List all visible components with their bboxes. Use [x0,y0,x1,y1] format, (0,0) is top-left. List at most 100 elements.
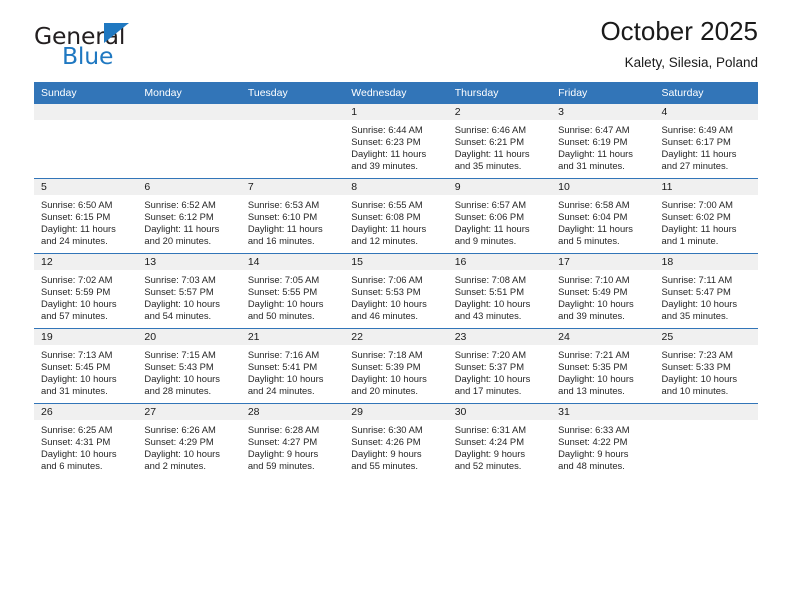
sunset-time: Sunset: 5:55 PM [247,286,318,298]
daylight-duration-line1: Daylight: 11 hours [558,148,633,160]
sunset-time: Sunset: 5:33 PM [661,361,731,373]
calendar-day-cell[interactable]: 17 Sunrise: 7:10 AM Sunset: 5:49 PM Dayligh… [551,253,655,329]
day-number: 1 [344,104,448,120]
calendar-week-row: 19 Sunrise: 7:13 AM Sunset: 5:45 PM Dayligh… [34,328,758,404]
calendar-page: General Blue October 2025 Kalety, Silesi… [0,0,792,612]
calendar-day-cell[interactable]: 25 Sunrise: 7:23 AM Sunset: 5:33 PM Dayligh… [654,328,758,404]
day-number: 11 [654,179,758,195]
calendar-day-cell[interactable]: 8 Sunrise: 6:55 AM Sunset: 6:08 PM Daylight… [344,178,448,254]
calendar-day-cell[interactable]: 29 Sunrise: 6:30 AM Sunset: 4:26 PM Dayligh… [344,403,448,478]
daylight-duration-line2: and 27 minutes. [661,160,729,172]
calendar-day-cell[interactable]: 24 Sunrise: 7:21 AM Sunset: 5:35 PM Dayligh… [551,328,655,404]
calendar-week-row: 1 Sunrise: 6:44 AM Sunset: 6:23 PM Daylight… [34,104,758,179]
daylight-duration-line2: and 55 minutes. [351,460,418,472]
daylight-duration-line2: and 24 minutes. [41,235,108,247]
location-subtitle: Kalety, Silesia, Poland [624,54,758,70]
day-details: Sunrise: 7:02 AM Sunset: 5:59 PM Daylight:… [34,270,137,322]
day-details: Sunrise: 6:58 AM Sunset: 6:04 PM Daylight:… [551,195,654,247]
calendar-day-cell-empty [240,104,345,179]
daylight-duration-line1: Daylight: 10 hours [247,298,324,310]
day-number-empty [240,104,345,120]
calendar-day-cell[interactable]: 18 Sunrise: 7:11 AM Sunset: 5:47 PM Dayligh… [654,253,758,329]
sunrise-time: Sunrise: 6:49 AM [661,124,733,135]
calendar-day-cell[interactable]: 27 Sunrise: 6:26 AM Sunset: 4:29 PM Dayligh… [137,403,241,478]
calendar-day-cell[interactable]: 1 Sunrise: 6:44 AM Sunset: 6:23 PM Daylight… [344,104,448,179]
title-block: October 2025 Kalety, Silesia, Poland [600,16,758,70]
calendar-day-cell[interactable]: 3 Sunrise: 6:47 AM Sunset: 6:19 PM Daylight… [551,104,655,179]
day-number: 15 [344,254,448,270]
daylight-duration-line1: Daylight: 9 hours [351,448,422,460]
day-number: 19 [34,329,138,345]
calendar-day-cell[interactable]: 20 Sunrise: 7:15 AM Sunset: 5:43 PM Dayligh… [137,328,241,404]
day-number: 14 [240,254,345,270]
weekday-header-row: Sunday Monday Tuesday Wednesday Thursday… [34,82,758,104]
sunrise-time: Sunrise: 6:46 AM [454,124,527,135]
day-details: Sunrise: 6:57 AM Sunset: 6:06 PM Daylight:… [448,195,551,247]
daylight-duration-line1: Daylight: 10 hours [454,373,531,385]
daylight-duration-line2: and 10 minutes. [661,385,729,397]
sunrise-time: Sunrise: 7:03 AM [144,274,216,285]
calendar-day-cell[interactable]: 7 Sunrise: 6:53 AM Sunset: 6:10 PM Daylight… [240,178,345,254]
calendar-day-cell[interactable]: 26 Sunrise: 6:25 AM Sunset: 4:31 PM Dayligh… [34,403,138,478]
calendar-day-cell[interactable]: 30 Sunrise: 6:31 AM Sunset: 4:24 PM Dayligh… [447,403,552,478]
calendar-day-cell[interactable]: 6 Sunrise: 6:52 AM Sunset: 6:12 PM Daylight… [137,178,241,254]
sunrise-time: Sunrise: 7:18 AM [351,349,423,360]
calendar-day-cell-empty [34,104,138,179]
sunrise-time: Sunrise: 7:10 AM [558,274,630,285]
sunset-time: Sunset: 4:29 PM [144,436,214,448]
general-blue-logo[interactable]: General Blue [34,22,224,72]
sunset-time: Sunset: 4:22 PM [558,436,628,448]
calendar-day-cell[interactable]: 23 Sunrise: 7:20 AM Sunset: 5:37 PM Dayligh… [447,328,552,404]
calendar-day-cell[interactable]: 14 Sunrise: 7:05 AM Sunset: 5:55 PM Dayligh… [240,253,345,329]
daylight-duration-line1: Daylight: 11 hours [454,223,530,235]
day-number: 21 [240,329,345,345]
sunrise-time: Sunrise: 6:55 AM [351,199,423,210]
day-details: Sunrise: 6:25 AM Sunset: 4:31 PM Daylight:… [34,420,137,472]
day-details: Sunrise: 6:47 AM Sunset: 6:19 PM Daylight:… [551,120,654,172]
sunset-time: Sunset: 4:31 PM [41,436,111,448]
day-number-empty [34,104,138,120]
daylight-duration-line2: and 39 minutes. [351,160,418,172]
daylight-duration-line2: and 17 minutes. [454,385,522,397]
sunset-time: Sunset: 6:08 PM [351,211,421,223]
sunrise-time: Sunrise: 6:50 AM [41,199,113,210]
sunset-time: Sunset: 5:57 PM [144,286,214,298]
day-number: 7 [240,179,345,195]
calendar-day-cell[interactable]: 10 Sunrise: 6:58 AM Sunset: 6:04 PM Dayligh… [551,178,655,254]
calendar-day-cell[interactable]: 9 Sunrise: 6:57 AM Sunset: 6:06 PM Daylight… [447,178,552,254]
day-number: 13 [137,254,241,270]
daylight-duration-line1: Daylight: 10 hours [41,448,117,460]
calendar-day-cell[interactable]: 19 Sunrise: 7:13 AM Sunset: 5:45 PM Dayligh… [34,328,138,404]
calendar-day-cell[interactable]: 12 Sunrise: 7:02 AM Sunset: 5:59 PM Dayligh… [34,253,138,329]
calendar-day-cell[interactable]: 11 Sunrise: 7:00 AM Sunset: 6:02 PM Dayligh… [654,178,758,254]
sunset-time: Sunset: 5:45 PM [41,361,111,373]
day-number: 28 [240,404,345,420]
sunset-time: Sunset: 6:02 PM [661,211,731,223]
day-details: Sunrise: 6:30 AM Sunset: 4:26 PM Daylight:… [344,420,447,472]
calendar-day-cell[interactable]: 5 Sunrise: 6:50 AM Sunset: 6:15 PM Daylight… [34,178,138,254]
triangle-flag-icon [103,23,129,43]
daylight-duration-line2: and 46 minutes. [351,310,418,322]
calendar-day-cell[interactable]: 2 Sunrise: 6:46 AM Sunset: 6:21 PM Daylight… [447,104,552,179]
calendar-day-cell[interactable]: 16 Sunrise: 7:08 AM Sunset: 5:51 PM Dayligh… [447,253,552,329]
sunset-time: Sunset: 6:04 PM [558,211,628,223]
daylight-duration-line1: Daylight: 11 hours [558,223,633,235]
calendar-day-cell[interactable]: 28 Sunrise: 6:28 AM Sunset: 4:27 PM Dayligh… [240,403,345,478]
weekday-header-tuesday: Tuesday [240,82,345,104]
calendar-day-cell[interactable]: 31 Sunrise: 6:33 AM Sunset: 4:22 PM Dayligh… [551,403,655,478]
calendar-day-cell[interactable]: 22 Sunrise: 7:18 AM Sunset: 5:39 PM Dayligh… [344,328,448,404]
day-details: Sunrise: 6:28 AM Sunset: 4:27 PM Daylight:… [241,420,344,472]
calendar-day-cell[interactable]: 13 Sunrise: 7:03 AM Sunset: 5:57 PM Dayligh… [137,253,241,329]
day-number: 31 [551,404,655,420]
day-number: 6 [137,179,241,195]
day-details: Sunrise: 6:49 AM Sunset: 6:17 PM Daylight:… [655,120,758,172]
sunrise-time: Sunrise: 6:25 AM [41,424,113,435]
daylight-duration-line1: Daylight: 9 hours [247,448,319,460]
daylight-duration-line1: Daylight: 11 hours [144,223,220,235]
sunrise-time: Sunrise: 7:21 AM [558,349,630,360]
day-number: 17 [551,254,655,270]
day-details: Sunrise: 7:05 AM Sunset: 5:55 PM Daylight:… [241,270,344,322]
calendar-day-cell[interactable]: 21 Sunrise: 7:16 AM Sunset: 5:41 PM Dayligh… [240,328,345,404]
calendar-day-cell[interactable]: 4 Sunrise: 6:49 AM Sunset: 6:17 PM Daylight… [654,104,758,179]
calendar-day-cell[interactable]: 15 Sunrise: 7:06 AM Sunset: 5:53 PM Dayligh… [344,253,448,329]
